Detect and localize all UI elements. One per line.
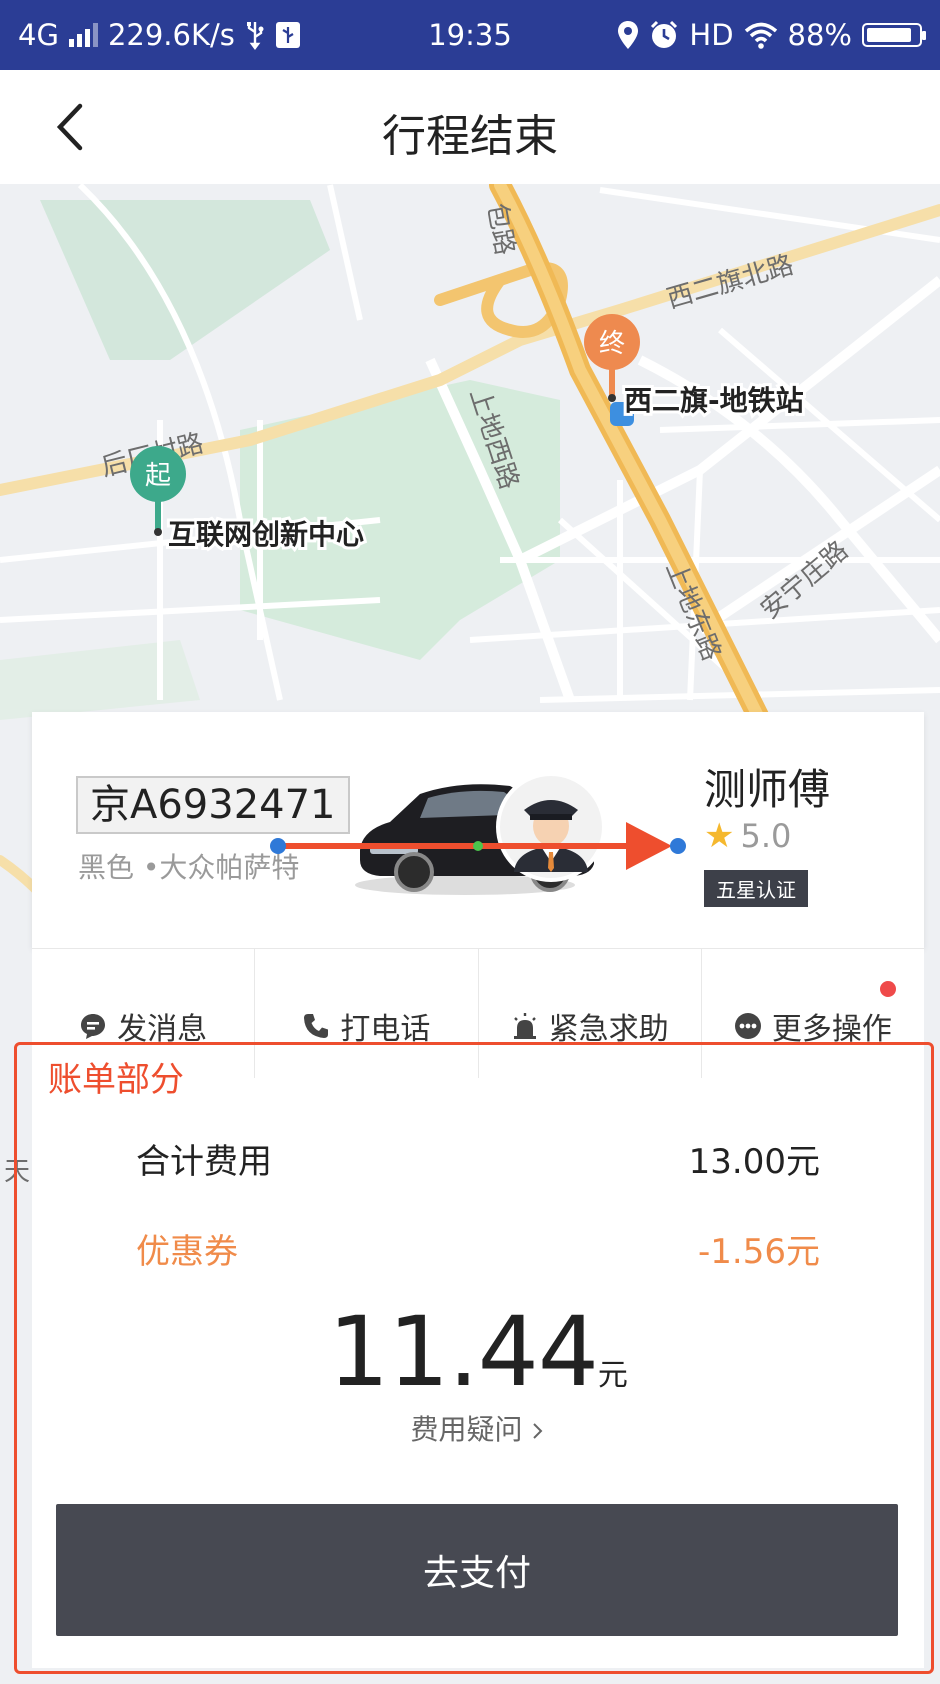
annotation-box bbox=[14, 1042, 934, 1674]
location-icon bbox=[618, 21, 639, 49]
nav-bar: 行程结束 bbox=[0, 70, 940, 184]
status-bar: 4G 229.6K/s 19:35 HD 88% bbox=[0, 0, 940, 70]
driver-card: 京A6932471 黑色 •大众帕萨特 测师傅 ★ 5.0 五星认证 bbox=[32, 712, 924, 948]
phone-icon bbox=[304, 1014, 329, 1038]
rating-value: 5.0 bbox=[740, 817, 792, 855]
car-description: 黑色 •大众帕萨特 bbox=[78, 851, 300, 884]
driver-rating: ★ 5.0 bbox=[704, 816, 791, 856]
hd-indicator: HD bbox=[689, 18, 734, 52]
star-icon: ★ bbox=[704, 816, 735, 856]
message-icon bbox=[81, 1014, 106, 1039]
alarm-icon bbox=[651, 20, 678, 48]
driver-avatar[interactable] bbox=[496, 772, 606, 882]
end-marker-text: 终 bbox=[599, 329, 625, 359]
start-marker-text: 起 bbox=[145, 461, 171, 491]
annotation-label: 账单部分 bbox=[48, 1060, 184, 1100]
alarm-light-icon bbox=[513, 1013, 536, 1039]
page-title: 行程结束 bbox=[382, 111, 558, 162]
start-location-label: 互联网创新中心 bbox=[168, 518, 364, 551]
notification-dot bbox=[880, 981, 896, 997]
driver-name: 测师傅 bbox=[704, 765, 831, 814]
wifi-icon bbox=[744, 22, 777, 49]
battery-icon bbox=[862, 23, 926, 47]
certification-badge: 五星认证 bbox=[704, 870, 808, 907]
battery-fill bbox=[867, 28, 911, 42]
status-right: HD 88% bbox=[617, 18, 926, 52]
license-plate: 京A6932471 bbox=[76, 776, 350, 834]
battery-percent: 88% bbox=[787, 18, 852, 52]
more-icon bbox=[734, 1013, 761, 1039]
end-location-label: 西二旗-地铁站 bbox=[624, 384, 804, 417]
